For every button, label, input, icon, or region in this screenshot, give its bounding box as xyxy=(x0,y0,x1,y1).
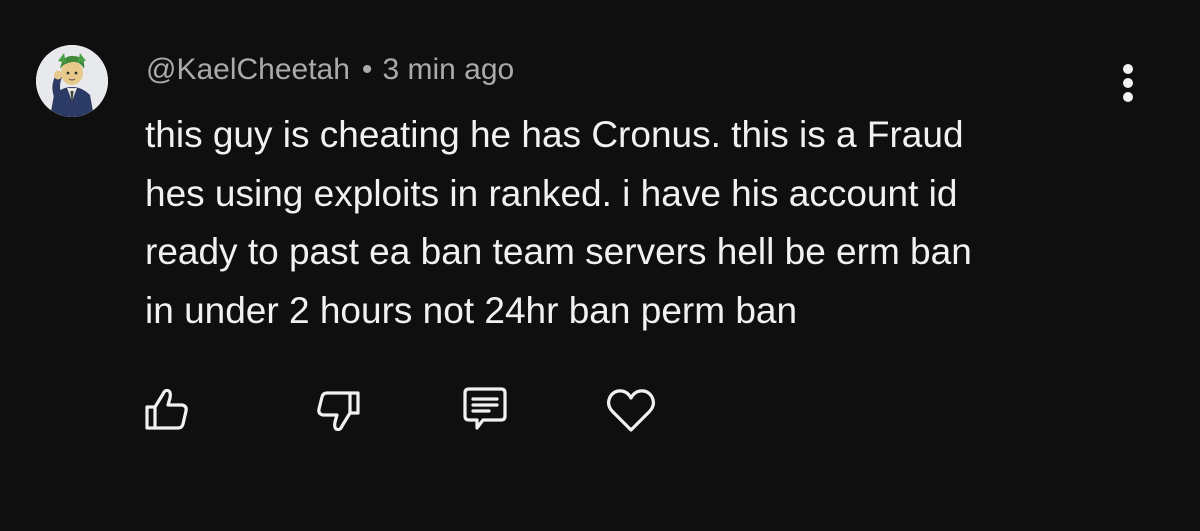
avatar-illustration xyxy=(36,45,108,117)
menu-dot xyxy=(1123,92,1133,102)
author-name[interactable]: @KaelCheetah xyxy=(146,53,350,86)
like-button[interactable] xyxy=(140,380,200,440)
menu-dot xyxy=(1123,64,1133,74)
comment-actions xyxy=(0,380,1200,440)
comment-timestamp: 3 min ago xyxy=(382,53,515,86)
comment-item: @KaelCheetah • 3 min ago this guy is cheat… xyxy=(0,0,1200,531)
comment-meta: @KaelCheetah • 3 min ago xyxy=(146,52,514,88)
reply-button[interactable] xyxy=(455,380,515,440)
comment-text-line: this guy is cheating he has Cronus. this… xyxy=(145,114,964,155)
thumbs-up-icon xyxy=(145,388,188,430)
reply-comment-icon xyxy=(463,387,507,430)
more-vertical-icon[interactable] xyxy=(1110,58,1146,106)
meta-separator: • xyxy=(361,53,373,86)
comment-text-line: ready to past ea ban team servers hell b… xyxy=(145,231,972,272)
menu-dot xyxy=(1123,78,1133,88)
comment-text-line: in under 2 hours not 24hr ban perm ban xyxy=(145,289,798,331)
comment-text-line: hes using exploits in ranked. i have his… xyxy=(145,172,958,214)
comment-text: this guy is cheating he has Cronus. this… xyxy=(145,106,1135,340)
heart-button[interactable] xyxy=(601,380,661,440)
dislike-button[interactable] xyxy=(305,380,365,440)
thumbs-down-icon xyxy=(317,391,360,432)
avatar[interactable] xyxy=(36,45,108,117)
heart-icon xyxy=(606,389,656,432)
